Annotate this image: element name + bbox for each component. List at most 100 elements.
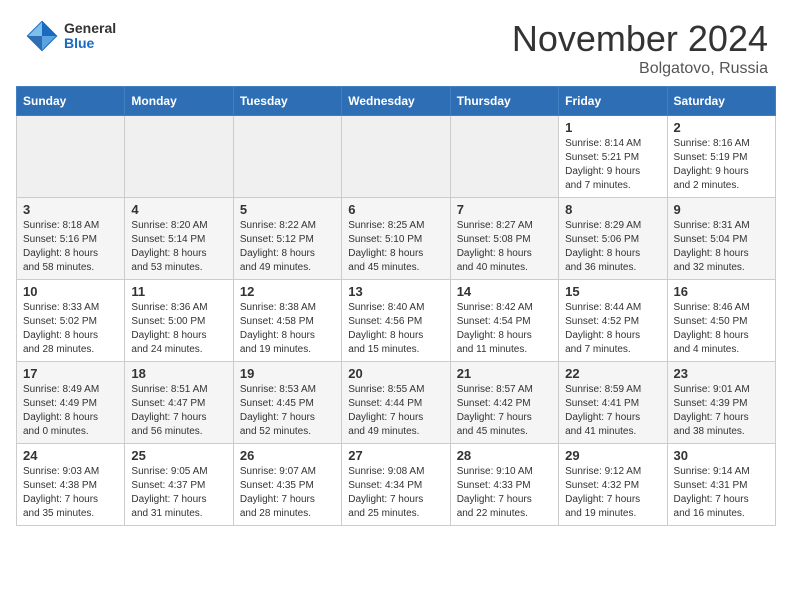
day-info: Sunrise: 8:31 AM Sunset: 5:04 PM Dayligh… [674,219,769,275]
day-number: 7 [457,202,552,217]
day-info: Sunrise: 9:01 AM Sunset: 4:39 PM Dayligh… [674,383,769,439]
day-number: 23 [674,366,769,381]
day-number: 12 [240,284,335,299]
day-info: Sunrise: 8:38 AM Sunset: 4:58 PM Dayligh… [240,301,335,357]
calendar-cell: 17 Sunrise: 8:49 AM Sunset: 4:49 PM Dayli… [17,362,125,444]
day-info: Sunrise: 8:27 AM Sunset: 5:08 PM Dayligh… [457,219,552,275]
calendar-cell: 6 Sunrise: 8:25 AM Sunset: 5:10 PM Daylig… [342,198,450,280]
day-info: Sunrise: 8:49 AM Sunset: 4:49 PM Dayligh… [23,383,118,439]
col-wednesday: Wednesday [342,87,450,116]
day-number: 15 [565,284,660,299]
calendar-wrapper: Sunday Monday Tuesday Wednesday Thursday… [0,86,792,542]
day-number: 4 [131,202,226,217]
day-number: 28 [457,448,552,463]
day-number: 6 [348,202,443,217]
day-info: Sunrise: 8:57 AM Sunset: 4:42 PM Dayligh… [457,383,552,439]
calendar-cell: 1 Sunrise: 8:14 AM Sunset: 5:21 PM Daylig… [559,116,667,198]
calendar-cell: 4Sunrise: 8:20 AM Sunset: 5:14 PM Daylig… [125,198,233,280]
calendar-cell: 24 Sunrise: 9:03 AM Sunset: 4:38 PM Dayli… [17,444,125,526]
day-info: Sunrise: 9:07 AM Sunset: 4:35 PM Dayligh… [240,465,335,521]
calendar-cell: 18 Sunrise: 8:51 AM Sunset: 4:47 PM Dayli… [125,362,233,444]
day-number: 22 [565,366,660,381]
calendar-cell: 15 Sunrise: 8:44 AM Sunset: 4:52 PM Dayli… [559,280,667,362]
calendar-week-3: 10 Sunrise: 8:33 AM Sunset: 5:02 PM Dayli… [17,280,776,362]
day-number: 21 [457,366,552,381]
day-info: Sunrise: 8:33 AM Sunset: 5:02 PM Dayligh… [23,301,118,357]
col-sunday: Sunday [17,87,125,116]
calendar-cell: 5Sunrise: 8:22 AM Sunset: 5:12 PM Daylig… [233,198,341,280]
calendar-cell: 19 Sunrise: 8:53 AM Sunset: 4:45 PM Dayli… [233,362,341,444]
col-saturday: Saturday [667,87,775,116]
calendar-week-4: 17 Sunrise: 8:49 AM Sunset: 4:49 PM Dayli… [17,362,776,444]
day-number: 26 [240,448,335,463]
day-info: Sunrise: 9:03 AM Sunset: 4:38 PM Dayligh… [23,465,118,521]
day-number: 24 [23,448,118,463]
day-number: 27 [348,448,443,463]
calendar-cell: 26 Sunrise: 9:07 AM Sunset: 4:35 PM Dayli… [233,444,341,526]
calendar-cell: 10 Sunrise: 8:33 AM Sunset: 5:02 PM Dayli… [17,280,125,362]
logo-blue-text: Blue [64,36,116,51]
calendar-cell: 9 Sunrise: 8:31 AM Sunset: 5:04 PM Daylig… [667,198,775,280]
calendar-cell: 7 Sunrise: 8:27 AM Sunset: 5:08 PM Daylig… [450,198,558,280]
day-info: Sunrise: 8:51 AM Sunset: 4:47 PM Dayligh… [131,383,226,439]
col-monday: Monday [125,87,233,116]
calendar-week-5: 24 Sunrise: 9:03 AM Sunset: 4:38 PM Dayli… [17,444,776,526]
day-number: 10 [23,284,118,299]
calendar-cell: 11Sunrise: 8:36 AM Sunset: 5:00 PM Dayli… [125,280,233,362]
col-friday: Friday [559,87,667,116]
calendar-cell: 23 Sunrise: 9:01 AM Sunset: 4:39 PM Dayli… [667,362,775,444]
day-number: 13 [348,284,443,299]
day-info: Sunrise: 8:44 AM Sunset: 4:52 PM Dayligh… [565,301,660,357]
calendar-cell: 2Sunrise: 8:16 AM Sunset: 5:19 PM Daylig… [667,116,775,198]
calendar-cell: 28 Sunrise: 9:10 AM Sunset: 4:33 PM Dayli… [450,444,558,526]
header-row: Sunday Monday Tuesday Wednesday Thursday… [17,87,776,116]
day-number: 20 [348,366,443,381]
calendar-cell: 20 Sunrise: 8:55 AM Sunset: 4:44 PM Dayli… [342,362,450,444]
day-number: 9 [674,202,769,217]
day-info: Sunrise: 8:14 AM Sunset: 5:21 PM Dayligh… [565,137,660,193]
day-info: Sunrise: 8:18 AM Sunset: 5:16 PM Dayligh… [23,219,118,275]
day-number: 19 [240,366,335,381]
day-number: 18 [131,366,226,381]
day-number: 25 [131,448,226,463]
day-info: Sunrise: 8:16 AM Sunset: 5:19 PM Dayligh… [674,137,769,193]
day-info: Sunrise: 8:46 AM Sunset: 4:50 PM Dayligh… [674,301,769,357]
calendar-cell: 3 Sunrise: 8:18 AM Sunset: 5:16 PM Daylig… [17,198,125,280]
day-info: Sunrise: 8:25 AM Sunset: 5:10 PM Dayligh… [348,219,443,275]
logo: General Blue [24,18,116,54]
day-number: 1 [565,120,660,135]
page-container: General Blue November 2024 Bolgatovo, Ru… [0,0,792,554]
logo-icon [24,18,60,54]
day-info: Sunrise: 8:59 AM Sunset: 4:41 PM Dayligh… [565,383,660,439]
day-info: Sunrise: 8:22 AM Sunset: 5:12 PM Dayligh… [240,219,335,275]
day-info: Sunrise: 9:10 AM Sunset: 4:33 PM Dayligh… [457,465,552,521]
day-info: Sunrise: 8:29 AM Sunset: 5:06 PM Dayligh… [565,219,660,275]
day-number: 11 [131,284,226,299]
calendar-week-2: 3 Sunrise: 8:18 AM Sunset: 5:16 PM Daylig… [17,198,776,280]
calendar-cell: 22 Sunrise: 8:59 AM Sunset: 4:41 PM Dayli… [559,362,667,444]
col-tuesday: Tuesday [233,87,341,116]
calendar-cell: 25 Sunrise: 9:05 AM Sunset: 4:37 PM Dayli… [125,444,233,526]
day-info: Sunrise: 8:55 AM Sunset: 4:44 PM Dayligh… [348,383,443,439]
calendar-cell [342,116,450,198]
day-info: Sunrise: 9:05 AM Sunset: 4:37 PM Dayligh… [131,465,226,521]
calendar-table: Sunday Monday Tuesday Wednesday Thursday… [16,86,776,526]
day-number: 14 [457,284,552,299]
logo-text: General Blue [64,21,116,52]
day-number: 8 [565,202,660,217]
calendar-cell [233,116,341,198]
calendar-cell [17,116,125,198]
calendar-cell: 12 Sunrise: 8:38 AM Sunset: 4:58 PM Dayli… [233,280,341,362]
day-number: 3 [23,202,118,217]
day-number: 30 [674,448,769,463]
calendar-cell: 16Sunrise: 8:46 AM Sunset: 4:50 PM Dayli… [667,280,775,362]
day-info: Sunrise: 8:53 AM Sunset: 4:45 PM Dayligh… [240,383,335,439]
day-info: Sunrise: 9:08 AM Sunset: 4:34 PM Dayligh… [348,465,443,521]
day-number: 17 [23,366,118,381]
logo-general-text: General [64,21,116,36]
calendar-cell: 13Sunrise: 8:40 AM Sunset: 4:56 PM Dayli… [342,280,450,362]
calendar-cell: 21 Sunrise: 8:57 AM Sunset: 4:42 PM Dayli… [450,362,558,444]
calendar-cell: 27 Sunrise: 9:08 AM Sunset: 4:34 PM Dayli… [342,444,450,526]
calendar-cell: 29Sunrise: 9:12 AM Sunset: 4:32 PM Dayli… [559,444,667,526]
title-section: November 2024 Bolgatovo, Russia [512,18,768,78]
